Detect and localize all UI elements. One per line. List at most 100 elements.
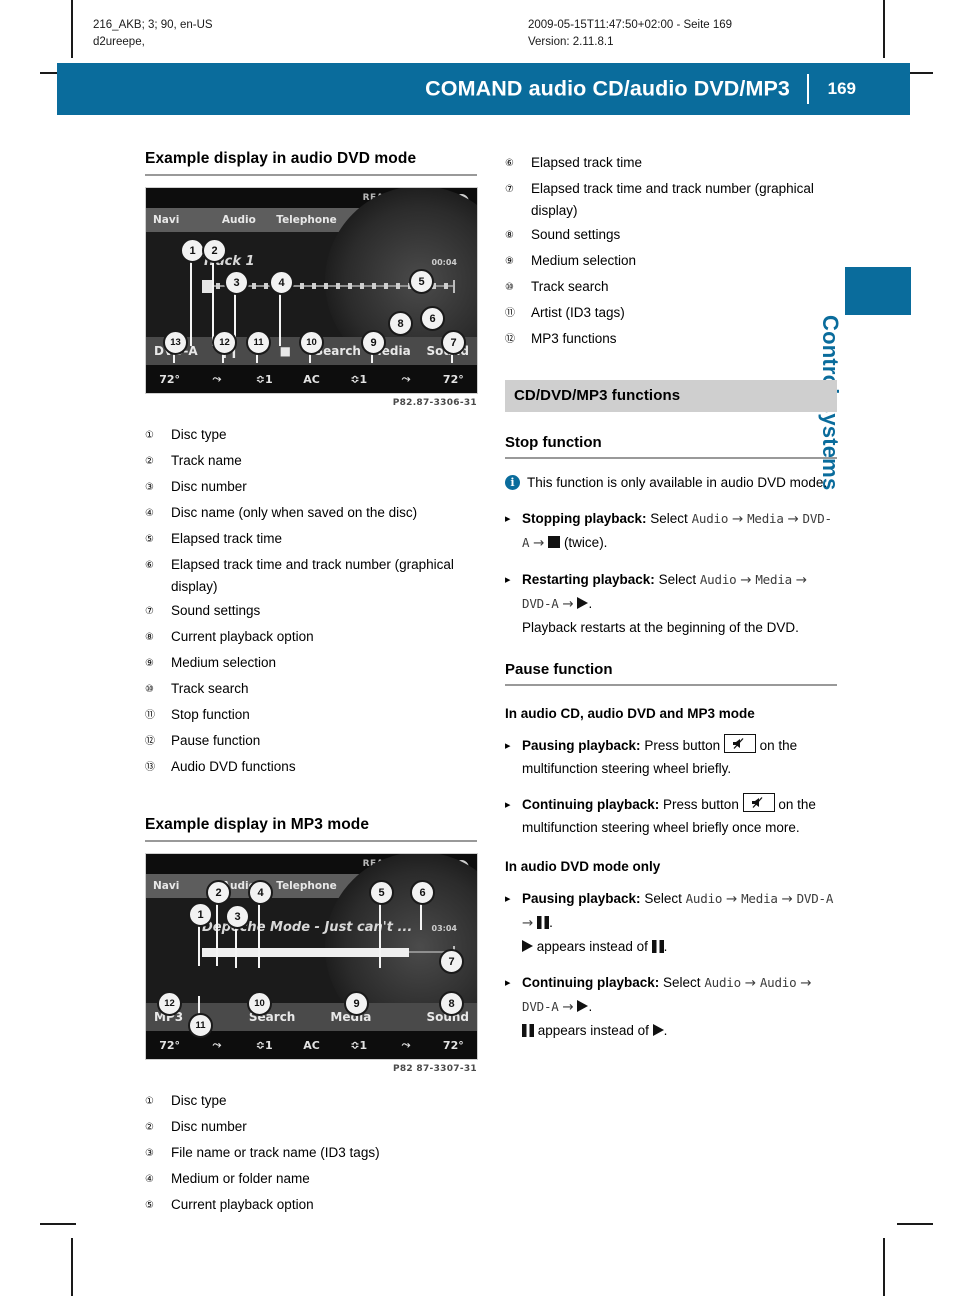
step-label: Continuing playback:: [522, 797, 660, 812]
step-note: appears instead of: [537, 1023, 649, 1038]
legend-num: ⑦: [145, 606, 154, 617]
mute-button-icon: [723, 734, 756, 753]
heading-mp3-example: Example display in MP3 mode: [145, 816, 477, 842]
legend-item: ⑫ MP3 functions: [505, 326, 837, 352]
legend-num: ⑧: [505, 230, 514, 241]
legend-text: Elapsed track time: [171, 531, 283, 546]
step-body: Restarting playback: Select Audio → Medi…: [522, 572, 808, 635]
legend-text: Current playback option: [171, 629, 314, 644]
legend-num: ⑦: [505, 184, 514, 195]
arrow-icon: →: [740, 572, 752, 588]
legend-text: Medium selection: [531, 253, 637, 268]
info-note-stop-function: i This function is only available in aud…: [505, 472, 837, 494]
callout-3: 3: [224, 270, 249, 295]
callout-leader: [190, 250, 192, 346]
legend-num: ③: [145, 1148, 154, 1159]
legend-text: Disc number: [171, 1119, 247, 1134]
path-audio-2: Audio: [759, 975, 797, 990]
legend-item: ① Disc type: [145, 1088, 477, 1114]
step-body: Continuing playback: Press button on the…: [522, 793, 837, 839]
subheading-dvd-only: In audio DVD mode only: [505, 859, 661, 874]
callout-3: 3: [225, 904, 250, 929]
legend-num: ④: [145, 1174, 154, 1185]
path-media: Media: [741, 891, 778, 906]
legend-item: ② Disc number: [145, 1114, 477, 1140]
path-dvd-a: DVD-A: [522, 596, 559, 611]
legend-text: Medium selection: [171, 655, 277, 670]
callout-6: 6: [410, 880, 435, 905]
heading-stop-function: Stop function: [505, 434, 837, 459]
bullet-triangle-icon: ▸: [505, 798, 511, 811]
step-verb: Select: [644, 891, 682, 906]
bullet-triangle-icon: ▸: [505, 512, 511, 525]
step-label: Pausing playback:: [522, 891, 641, 906]
arrow-icon: →: [744, 975, 757, 991]
legend-item: ⑦ Elapsed track time and track number (gr…: [505, 176, 837, 222]
menu-item-telephone[interactable]: Telephone: [273, 880, 341, 892]
step-label: Restarting playback:: [522, 572, 655, 587]
legend-text: Disc type: [171, 427, 227, 442]
callout-leader: [216, 898, 218, 966]
menu-item-audio[interactable]: Audio: [205, 214, 273, 226]
callout-leader: [212, 250, 214, 346]
crop-mark-top-right-v: [883, 0, 885, 58]
softkey-search[interactable]: Search: [233, 1010, 312, 1024]
legend-text: Track search: [531, 279, 609, 294]
legend-item: ⑩ Track search: [505, 274, 837, 300]
legend-num: ④: [145, 508, 154, 519]
legend-num: ③: [145, 482, 154, 493]
legend-text: Disc number: [171, 479, 247, 494]
climate-right-flow: ⤳: [401, 372, 411, 385]
legend-text: Sound settings: [531, 227, 621, 242]
menu-item-navi[interactable]: Navi: [146, 880, 205, 892]
menu-item-navi[interactable]: Navi: [146, 214, 205, 226]
legend-item: ⑤ Current playback option: [145, 1192, 477, 1218]
legend-num: ①: [145, 430, 154, 441]
climate-right-temp: 72°: [442, 372, 464, 386]
legend-item: ⑥ Elapsed track time: [505, 150, 837, 176]
page-header-bar: COMAND audio CD/audio DVD/MP3 169: [57, 63, 910, 115]
legend-item: ⑥ Elapsed track time and track number (gr…: [145, 552, 477, 598]
legend-text: Elapsed track time: [531, 155, 643, 170]
arrow-icon: →: [731, 511, 744, 527]
callout-11: 11: [246, 330, 271, 355]
path-media: Media: [755, 572, 792, 587]
print-meta-right: 2009-05-15T11:47:50+02:00 - Seite 169 Ve…: [528, 17, 732, 51]
step-restarting-playback: ▸ Restarting playback: Select Audio → Me…: [505, 568, 837, 639]
info-note-text: This function is only available in audio…: [527, 475, 828, 490]
path-media: Media: [747, 511, 784, 526]
legend-text: Elapsed track time and track number (gra…: [171, 557, 454, 594]
legend-item: ⑪ Artist (ID3 tags): [505, 300, 837, 326]
softkey-sound[interactable]: Sound: [390, 1010, 477, 1024]
path-audio: Audio: [685, 891, 723, 906]
legend-item: ⑨ Medium selection: [145, 650, 477, 676]
legend-item: ③ File name or track name (ID3 tags): [145, 1140, 477, 1166]
callout-8: 8: [388, 311, 413, 336]
right-column: ⑥ Elapsed track time ⑦ Elapsed track time …: [505, 150, 837, 1042]
path-dvd-a: DVD-A: [522, 999, 559, 1014]
legend-item: ⑤ Elapsed track time: [145, 526, 477, 552]
step-text-a: Press button: [644, 738, 721, 753]
callout-5: 5: [369, 880, 394, 905]
menu-item-telephone[interactable]: Telephone: [273, 214, 341, 226]
step-body: Pausing playback: Press button on the mu…: [522, 734, 837, 780]
climate-right-fan: ≎1: [350, 1038, 368, 1052]
play-icon: [577, 1000, 589, 1012]
crop-mark-bottom-left-v: [71, 1238, 73, 1296]
climate-left-flow: ⤳: [212, 1038, 222, 1051]
legend-num: ⑧: [145, 632, 154, 643]
step-stopping-playback: ▸ Stopping playback: Select Audio → Medi…: [505, 507, 837, 555]
arrow-icon: →: [533, 535, 545, 551]
play-icon: [522, 940, 533, 952]
arrow-icon: →: [522, 915, 534, 931]
step-note: appears instead of: [536, 939, 648, 954]
section-title-cd-dvd-mp3-functions: CD/DVD/MP3 functions: [505, 380, 837, 412]
climate-left-temp: 72°: [159, 372, 181, 386]
callout-4: 4: [248, 880, 273, 905]
step-pausing-playback-mfsw: ▸ Pausing playback: Press button on the …: [505, 734, 837, 780]
legend-item: ⑬ Audio DVD functions: [145, 754, 477, 780]
legend-num: ⑫: [145, 736, 155, 747]
callout-10: 10: [299, 330, 324, 355]
print-meta-left-line2: d2ureepe,: [93, 36, 145, 48]
chapter-thumb-marker: [845, 267, 911, 315]
